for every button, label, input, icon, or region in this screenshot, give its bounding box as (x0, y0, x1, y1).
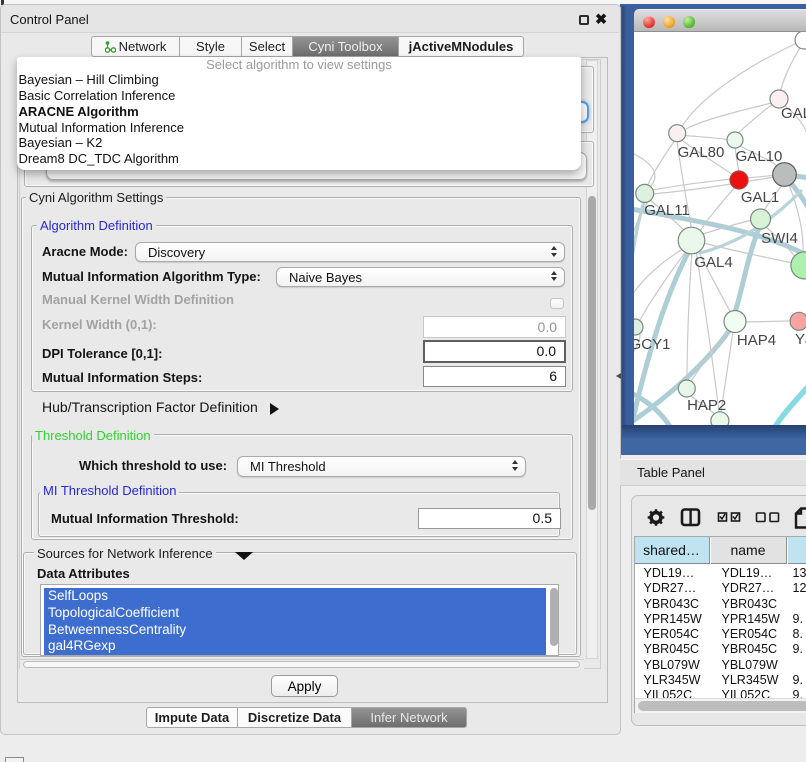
svg-text:YJ: YJ (795, 331, 806, 348)
svg-text:SWI4: SWI4 (761, 230, 798, 247)
svg-text:HAP4: HAP4 (737, 332, 776, 349)
svg-text:HAP2: HAP2 (687, 397, 726, 414)
svg-text:GAL10: GAL10 (736, 148, 783, 165)
svg-text:GAL4: GAL4 (694, 254, 732, 271)
svg-text:GAL11: GAL11 (644, 202, 690, 219)
svg-text:GAL7: GAL7 (781, 105, 806, 122)
svg-text:GCY1: GCY1 (634, 336, 670, 353)
svg-text:GAL80: GAL80 (678, 144, 725, 161)
svg-text:GAL1: GAL1 (741, 189, 779, 206)
